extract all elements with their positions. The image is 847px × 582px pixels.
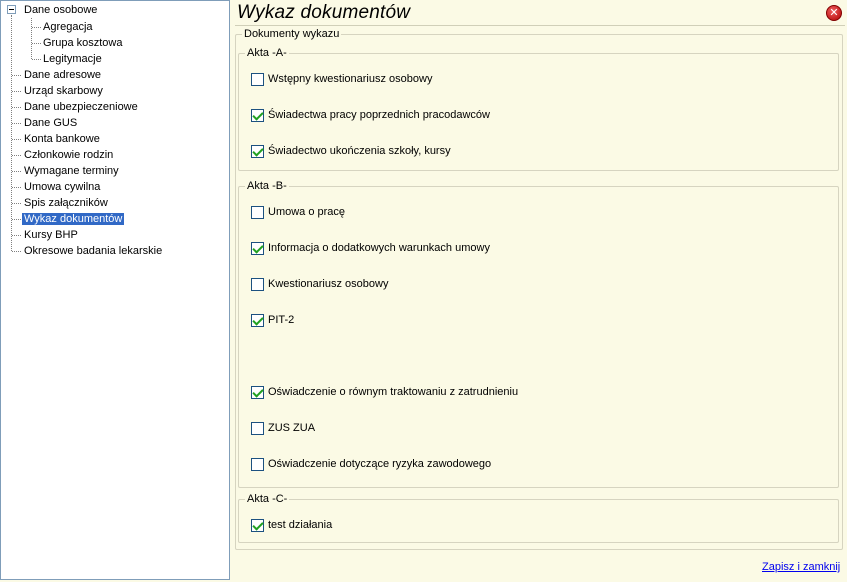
tree-item-spis-zalacznikow[interactable]: Spis załączników bbox=[22, 195, 110, 211]
tree-item-dane-adresowe[interactable]: Dane adresowe bbox=[22, 67, 103, 83]
akta-b-title: Akta -B- bbox=[245, 179, 289, 193]
tree-item-konta-bankowe[interactable]: Konta bankowe bbox=[22, 131, 102, 147]
checkbox-swiadectwa-pracy[interactable]: Świadectwa pracy poprzednich pracodawców bbox=[251, 108, 490, 124]
tree-line bbox=[12, 123, 21, 124]
tree-line bbox=[12, 219, 21, 220]
akta-c-title: Akta -C- bbox=[245, 492, 290, 506]
akta-c-group: Akta -C- test działania bbox=[238, 492, 839, 543]
checkbox-kwestionariusz-osobowy[interactable]: Kwestionariusz osobowy bbox=[251, 277, 388, 293]
tree-line bbox=[12, 187, 21, 188]
akta-a-title: Akta -A- bbox=[245, 46, 289, 60]
checkbox-icon[interactable] bbox=[251, 277, 264, 291]
page-title: Wykaz dokumentów bbox=[237, 2, 411, 23]
tree-line bbox=[12, 107, 21, 108]
checkbox-icon[interactable] bbox=[251, 241, 264, 255]
tree-item-umowa-cywilna[interactable]: Umowa cywilna bbox=[22, 179, 102, 195]
tree-item-dane-osobowe[interactable]: Dane osobowe bbox=[22, 2, 99, 18]
checkbox-icon[interactable] bbox=[251, 72, 264, 86]
close-icon[interactable]: ✕ bbox=[826, 5, 842, 21]
tree-item-wymagane-terminy[interactable]: Wymagane terminy bbox=[22, 163, 121, 179]
checkbox-icon[interactable] bbox=[251, 205, 264, 219]
checkbox-icon[interactable] bbox=[251, 518, 264, 532]
tree-item-grupa-kosztowa[interactable]: Grupa kosztowa bbox=[41, 35, 124, 51]
tree-line bbox=[32, 27, 41, 28]
documents-group: Dokumenty wykazu Akta -A- Wstępny kwesti… bbox=[235, 27, 843, 550]
tree-line bbox=[11, 15, 12, 251]
checkbox-icon[interactable] bbox=[251, 385, 264, 399]
tree-item-agregacja[interactable]: Agregacja bbox=[41, 19, 95, 35]
checkbox-test-dzialania[interactable]: test działania bbox=[251, 518, 332, 534]
tree-item-urzad-skarbowy[interactable]: Urząd skarbowy bbox=[22, 83, 105, 99]
tree-line bbox=[12, 91, 21, 92]
checkbox-zus-zua[interactable]: ZUS ZUA bbox=[251, 421, 315, 437]
tree-item-okresowe-badania-lekarskie[interactable]: Okresowe badania lekarskie bbox=[22, 243, 164, 259]
tree-line bbox=[12, 171, 21, 172]
tree-line bbox=[31, 18, 32, 59]
checkbox-oswiadczenie-ryzyko[interactable]: Oświadczenie dotyczące ryzyka zawodowego bbox=[251, 457, 491, 473]
tree-item-dane-gus[interactable]: Dane GUS bbox=[22, 115, 79, 131]
tree-line bbox=[12, 139, 21, 140]
checkbox-icon[interactable] bbox=[251, 421, 264, 435]
checkbox-oswiadczenie-rowne-traktowanie[interactable]: Oświadczenie o równym traktowaniu z zatr… bbox=[251, 385, 518, 401]
checkbox-icon[interactable] bbox=[251, 457, 264, 471]
tree-line bbox=[12, 155, 21, 156]
tree-line bbox=[12, 75, 21, 76]
content-panel: Wykaz dokumentów ✕ Dokumenty wykazu Akta… bbox=[231, 0, 847, 582]
save-and-close-link[interactable]: Zapisz i zamknij bbox=[762, 561, 840, 573]
tree-line bbox=[12, 235, 21, 236]
checkbox-umowa-o-prace[interactable]: Umowa o pracę bbox=[251, 205, 345, 221]
tree-line bbox=[32, 43, 41, 44]
checkbox-icon[interactable] bbox=[251, 313, 264, 327]
tree-item-legitymacje[interactable]: Legitymacje bbox=[41, 51, 104, 67]
tree-item-kursy-bhp[interactable]: Kursy BHP bbox=[22, 227, 80, 243]
tree-line bbox=[12, 251, 21, 252]
checkbox-swiadectwo-szkoly[interactable]: Świadectwo ukończenia szkoły, kursy bbox=[251, 144, 451, 160]
collapse-toggle-icon[interactable] bbox=[7, 5, 16, 14]
checkbox-icon[interactable] bbox=[251, 144, 264, 158]
navigation-tree: Dane osobowe Agregacja Grupa kosztowa Le… bbox=[0, 0, 230, 580]
checkbox-pit-2[interactable]: PIT-2 bbox=[251, 313, 294, 329]
tree-item-czlonkowie-rodzin[interactable]: Członkowie rodzin bbox=[22, 147, 115, 163]
tree-line bbox=[32, 59, 41, 60]
tree-item-wykaz-dokumentow[interactable]: Wykaz dokumentów bbox=[22, 211, 125, 227]
checkbox-informacja-dodatkowe[interactable]: Informacja o dodatkowych warunkach umowy bbox=[251, 241, 490, 257]
akta-b-group: Akta -B- Umowa o pracę Informacja o doda… bbox=[238, 179, 839, 488]
divider bbox=[235, 25, 845, 26]
documents-group-title: Dokumenty wykazu bbox=[242, 27, 342, 41]
akta-a-group: Akta -A- Wstępny kwestionariusz osobowy … bbox=[238, 46, 839, 171]
tree-line bbox=[12, 203, 21, 204]
checkbox-wstepny-kwestionariusz[interactable]: Wstępny kwestionariusz osobowy bbox=[251, 72, 432, 88]
tree-item-dane-ubezpieczeniowe[interactable]: Dane ubezpieczeniowe bbox=[22, 99, 140, 115]
checkbox-icon[interactable] bbox=[251, 108, 264, 122]
